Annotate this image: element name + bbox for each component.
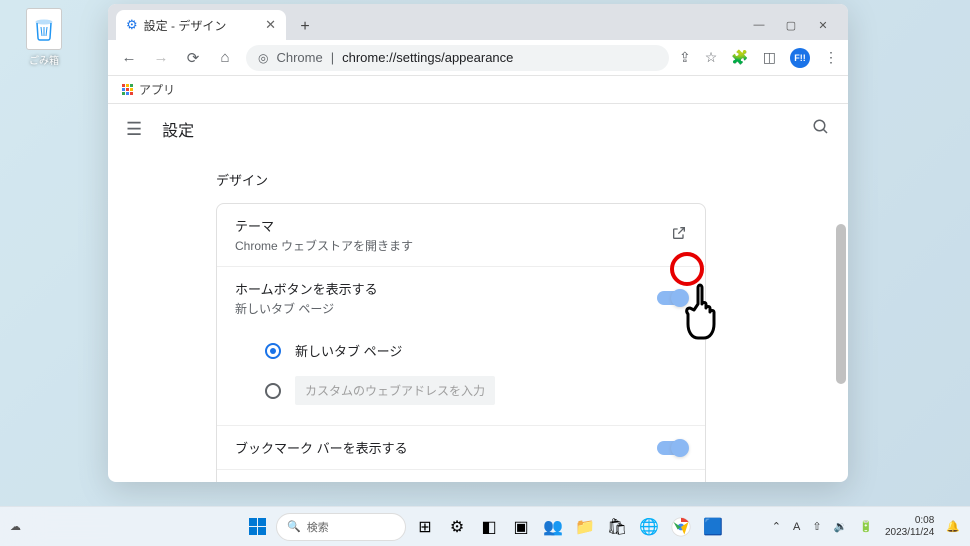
url-path: chrome://settings/appearance xyxy=(342,50,513,65)
address-bar: ← → ⟳ ⌂ ◎ Chrome | chrome://settings/app… xyxy=(108,40,848,76)
ime-indicator[interactable]: A xyxy=(793,521,800,533)
window-controls: — ▢ ✕ xyxy=(752,19,840,32)
url-input[interactable]: ◎ Chrome | chrome://settings/appearance xyxy=(246,45,669,71)
battery-icon[interactable]: 🔋 xyxy=(859,520,873,533)
chrome-taskbar-icon[interactable] xyxy=(668,514,694,540)
chrome-window: ⚙ 設定 - デザイン ✕ + — ▢ ✕ ← → ⟳ ⌂ ◎ Chrome |… xyxy=(108,4,848,482)
url-prefix: Chrome xyxy=(276,50,322,65)
task-view-icon[interactable]: ⊞ xyxy=(412,514,438,540)
taskbar-center: 🔍 検索 ⊞ ⚙ ◧ ▣ 👥 📁 🛍 🌐 🟦 xyxy=(244,513,726,541)
appearance-card: テーマ Chrome ウェブストアを開きます ホームボタンを表示する 新しいタブ… xyxy=(216,203,706,482)
search-icon[interactable] xyxy=(812,118,830,141)
active-tab[interactable]: ⚙ 設定 - デザイン ✕ xyxy=(116,10,286,40)
theme-sub: Chrome ウェブストアを開きます xyxy=(235,237,659,254)
clock[interactable]: 0:08 2023/11/24 xyxy=(885,515,934,539)
apps-grid-icon[interactable] xyxy=(122,84,133,95)
date: 2023/11/24 xyxy=(885,527,934,539)
explorer-icon[interactable]: 📁 xyxy=(572,514,598,540)
home-button[interactable]: ⌂ xyxy=(214,49,236,66)
taskbar-search[interactable]: 🔍 検索 xyxy=(276,513,406,541)
search-placeholder: 検索 xyxy=(307,519,329,535)
home-button-toggle[interactable] xyxy=(657,291,687,305)
store-icon[interactable]: 🛍 xyxy=(604,514,630,540)
bookmark-bar-title: ブックマーク バーを表示する xyxy=(235,438,645,457)
settings-body[interactable]: デザイン テーマ Chrome ウェブストアを開きます ホームボタンを表示する xyxy=(108,154,848,482)
external-link-icon xyxy=(671,225,687,245)
volume-icon[interactable]: 🔉 xyxy=(834,520,848,533)
recycle-bin[interactable]: ごみ箱 xyxy=(20,8,68,67)
bookmark-bar-row: ブックマーク バーを表示する xyxy=(217,426,705,470)
theme-row[interactable]: テーマ Chrome ウェブストアを開きます xyxy=(217,204,705,267)
apps-label[interactable]: アプリ xyxy=(139,81,175,98)
wifi-icon[interactable]: ⇧ xyxy=(812,520,821,533)
notifications-icon[interactable]: 🔔 xyxy=(946,520,960,533)
chevron-up-icon[interactable]: ⌃ xyxy=(772,520,781,533)
weather-icon: ☁ xyxy=(10,520,21,533)
edge-icon[interactable]: 🌐 xyxy=(636,514,662,540)
toolbar-icons: ⇪ ☆ 🧩 ◫ F!! ⋮ xyxy=(679,48,838,68)
taskbar: ☁ 🔍 検索 ⊞ ⚙ ◧ ▣ 👥 📁 🛍 🌐 🟦 ⌃ A ⇧ 🔉 🔋 0:08 … xyxy=(0,506,970,546)
tab-title: 設定 - デザイン xyxy=(144,17,227,34)
maximize-button[interactable]: ▢ xyxy=(784,19,798,32)
side-panel-icon[interactable]: ◫ xyxy=(763,49,776,66)
bookmarks-bar: アプリ xyxy=(108,76,848,104)
profile-avatar[interactable]: F!! xyxy=(790,48,810,68)
tab-preview-row: タブ マウスオーバーのプレビュー カードに画像を表示する xyxy=(217,470,705,482)
tab-bar: ⚙ 設定 - デザイン ✕ + — ▢ ✕ xyxy=(108,4,848,40)
forward-button[interactable]: → xyxy=(150,49,172,66)
radio-new-tab[interactable]: 新しいタブ ページ xyxy=(265,333,687,368)
recycle-bin-icon xyxy=(26,8,62,50)
section-title: デザイン xyxy=(216,170,848,189)
time: 0:08 xyxy=(885,515,934,527)
radio-custom-url[interactable]: カスタムのウェブアドレスを入力 xyxy=(265,368,687,413)
chrome-icon: ◎ xyxy=(258,51,268,65)
url-sep: | xyxy=(331,50,334,65)
reload-button[interactable]: ⟳ xyxy=(182,49,204,67)
radio-new-tab-label: 新しいタブ ページ xyxy=(295,341,402,360)
share-icon[interactable]: ⇪ xyxy=(679,49,691,66)
recycle-bin-label: ごみ箱 xyxy=(20,52,68,67)
scrollbar-thumb[interactable] xyxy=(836,224,846,384)
gear-icon: ⚙ xyxy=(126,17,138,33)
back-button[interactable]: ← xyxy=(118,49,140,66)
app-icon-2[interactable]: ▣ xyxy=(508,514,534,540)
weather-widget[interactable]: ☁ xyxy=(10,520,21,533)
home-button-title: ホームボタンを表示する xyxy=(235,279,645,298)
hamburger-icon[interactable]: ☰ xyxy=(126,119,142,140)
home-button-row: ホームボタンを表示する 新しいタブ ページ xyxy=(217,267,705,329)
theme-title: テーマ xyxy=(235,216,659,235)
bookmark-star-icon[interactable]: ☆ xyxy=(705,49,718,66)
close-tab-icon[interactable]: ✕ xyxy=(265,17,276,33)
close-window-button[interactable]: ✕ xyxy=(816,19,830,32)
home-button-sub: 新しいタブ ページ xyxy=(235,300,645,317)
settings-icon[interactable]: ⚙ xyxy=(444,514,470,540)
app-icon-3[interactable]: 🟦 xyxy=(700,514,726,540)
extensions-icon[interactable]: 🧩 xyxy=(731,49,748,66)
search-icon: 🔍 xyxy=(287,520,301,533)
page-title: 設定 xyxy=(162,117,194,141)
radio-icon xyxy=(265,343,281,359)
kebab-menu-icon[interactable]: ⋮ xyxy=(824,49,838,66)
app-icon-1[interactable]: ◧ xyxy=(476,514,502,540)
bookmark-bar-toggle[interactable] xyxy=(657,441,687,455)
teams-icon[interactable]: 👥 xyxy=(540,514,566,540)
settings-page: ☰ 設定 デザイン テーマ Chrome ウェブストアを開きます xyxy=(108,104,848,482)
start-button[interactable] xyxy=(244,514,270,540)
new-tab-button[interactable]: + xyxy=(292,14,318,40)
radio-icon xyxy=(265,383,281,399)
custom-url-input[interactable]: カスタムのウェブアドレスを入力 xyxy=(295,376,495,405)
home-button-radio-group: 新しいタブ ページ カスタムのウェブアドレスを入力 xyxy=(217,329,705,426)
minimize-button[interactable]: — xyxy=(752,19,766,32)
settings-header: ☰ 設定 xyxy=(108,104,848,154)
taskbar-right: ⌃ A ⇧ 🔉 🔋 0:08 2023/11/24 🔔 xyxy=(772,515,960,539)
